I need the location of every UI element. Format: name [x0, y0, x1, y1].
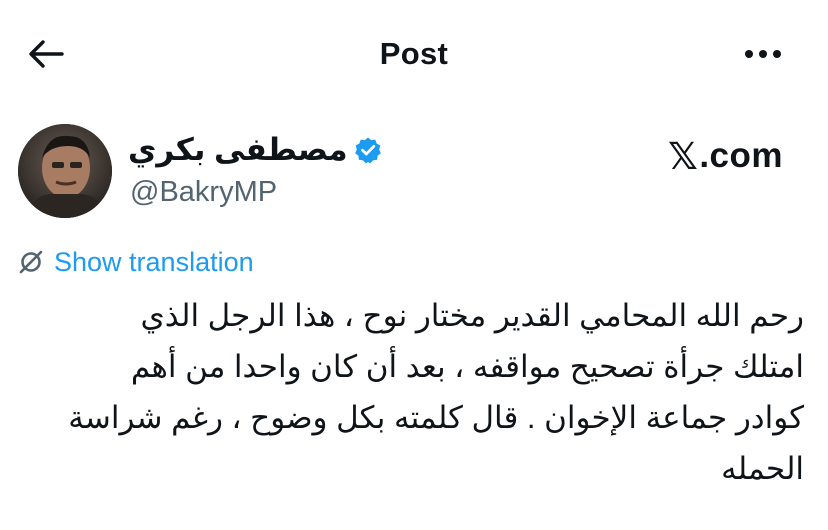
verified-badge-icon [354, 137, 381, 164]
tweet-line: رحم الله المحامي القدير مختار نوح ، هذا … [140, 298, 804, 333]
x-com-watermark: 𝕏 .com [668, 134, 783, 178]
author-name-row[interactable]: مصطفى بكري [128, 128, 382, 172]
author-handle[interactable]: @BakryMP [130, 172, 277, 212]
author-name[interactable]: مصطفى بكري [128, 128, 348, 172]
avatar[interactable] [18, 124, 112, 218]
x-logo-icon: 𝕏 [668, 134, 699, 178]
page-title: Post [379, 36, 449, 71]
tweet-text: رحم الله المحامي القدير مختار نوح ، هذا … [14, 290, 804, 494]
tweet-line: الحمله [721, 451, 804, 486]
translate-icon [19, 250, 43, 274]
show-translation-label: Show translation [54, 247, 254, 277]
tweet-line: كوادر جماعة الإخوان . قال كلمته بكل وضوح… [68, 400, 804, 435]
post-header: Post [0, 0, 828, 110]
more-horizontal-icon [745, 50, 781, 58]
tweet-line: امتلك جرأة تصحيح مواقفه ، بعد أن كان واح… [130, 349, 804, 384]
show-translation-button[interactable]: Show translation [18, 244, 254, 280]
watermark-domain: .com [699, 136, 784, 175]
more-options-button[interactable] [742, 36, 784, 72]
